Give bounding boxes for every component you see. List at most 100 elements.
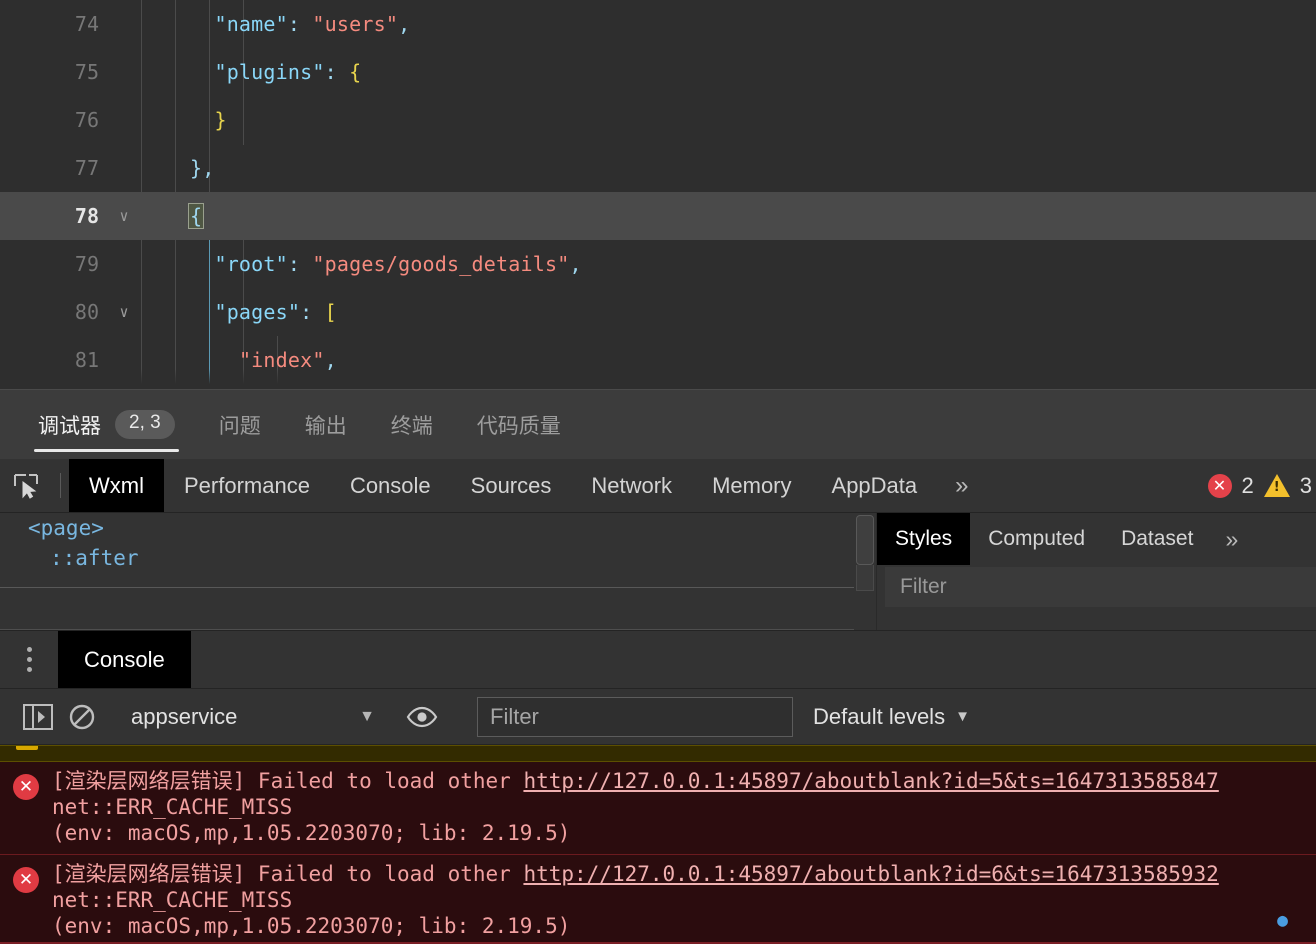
tab-label: Console [349,472,431,498]
console-levels-select[interactable]: Default levels ▼ [813,704,970,730]
code-text: "name": "users", [141,0,1316,48]
console-error-url[interactable]: http://127.0.0.1:45897/aboutblank?id=5&t… [523,769,1218,793]
code-line[interactable]: 75 "plugins": { [0,48,1316,96]
code-text: "plugins": { [141,48,1316,96]
code-token: : [324,60,350,84]
ide-tab-code-quality[interactable]: 代码质量 [477,390,583,460]
ide-tab-label: 输出 [304,414,347,438]
tab-wxml[interactable]: Wxml [69,459,164,513]
scrollbar-thumb[interactable] [856,515,874,566]
tab-console[interactable]: Console [330,459,451,512]
tab-network[interactable]: Network [571,459,692,512]
code-token: , [569,252,582,276]
styles-filter-input[interactable]: Filter [885,567,1316,608]
more-tabs-button[interactable]: » [937,459,986,512]
code-line[interactable]: 78 ∨ { [0,192,1316,240]
console-error-prefix: [渲染层网络层错误] Failed to load other [52,862,524,887]
console-context-select[interactable]: appservice ▼ [131,704,383,730]
clear-console-icon[interactable] [60,703,104,731]
code-token: "pages" [214,300,301,324]
chevron-down-icon[interactable]: ∨ [107,288,141,336]
code-text: { [141,192,1316,240]
console-error-line3: (env: macOS,mp,1.05.2203070; lib: 2.19.5… [52,821,571,846]
code-line[interactable]: 77 }, [0,144,1316,192]
tab-computed[interactable]: Computed [970,513,1103,565]
console-message-list[interactable]: ✕ [渲染层网络层错误] Failed to load other http:/… [0,745,1316,944]
tab-dataset[interactable]: Dataset [1103,513,1211,565]
code-token: } [214,108,227,132]
line-number: 81 [74,348,99,372]
console-prompt-caret: ● [1277,910,1288,932]
console-filter-input[interactable]: Filter [477,696,793,737]
ide-tab-output[interactable]: 输出 [305,390,369,460]
console-error-line2: net::ERR_CACHE_MISS [52,888,293,913]
console-sidebar-icon[interactable] [16,703,60,730]
inspect-element-icon[interactable] [0,459,52,512]
code-line[interactable]: 80 ∨ "pages": [ [0,288,1316,336]
line-number: 74 [74,12,99,36]
ide-panel-tabbar: 调试器 2, 3 问题 输出 终端 代码质量 [0,389,1316,460]
tab-label: Sources [470,472,552,498]
console-error-row[interactable]: ✕ [渲染层网络层错误] Failed to load other http:/… [0,762,1316,856]
chevron-down-icon: ▼ [359,707,375,725]
code-token: }, [189,156,215,180]
tab-label: AppData [831,472,918,498]
line-number: 80 [74,300,99,324]
tab-styles[interactable]: Styles [877,513,971,566]
ide-tab-debugger[interactable]: 调试器 2, 3 [34,390,197,460]
styles-panel: Styles Computed Dataset » Filter [876,513,1316,631]
code-token: "name" [214,12,288,36]
code-editor[interactable]: 74 "name": "users", 75 "plugins": {76 } 77… [0,0,1316,390]
issue-counters[interactable]: ✕ 2 3 [1198,459,1316,512]
ide-tab-problems[interactable]: 问题 [219,390,283,460]
console-error-prefix: [渲染层网络层错误] Failed to load other [52,769,524,794]
tab-label: Computed [988,527,1086,551]
drawer-tabbar: Console [0,631,1316,690]
drawer-tab-console[interactable]: Console [58,631,191,689]
error-circle-icon: ✕ [1207,473,1232,498]
tree-node-page[interactable]: <page> [0,513,854,543]
scrollbar-track[interactable] [856,565,874,592]
code-line[interactable]: 81 "index", [0,336,1316,384]
line-number: 79 [74,252,99,276]
console-error-body: [渲染层网络层错误] Failed to load other http://1… [52,768,1316,846]
code-token: "pages/goods_details" [312,252,570,276]
tab-appdata[interactable]: AppData [812,459,938,512]
chevron-down-icon[interactable]: ∨ [107,192,141,240]
styles-more-tabs-button[interactable]: » [1211,513,1252,565]
code-line[interactable]: 74 "name": "users", [0,0,1316,48]
console-warning-text [0,746,1316,748]
code-line[interactable]: 76 } [0,96,1316,144]
code-text: "root": "pages/goods_details", [141,240,1316,288]
console-error-row[interactable]: ✕ [渲染层网络层错误] Failed to load other http:/… [0,855,1316,944]
tree-node-after[interactable]: ::after [0,543,854,573]
line-number: 76 [74,108,99,132]
code-text: "pages": [ [141,288,1316,336]
tab-sources[interactable]: Sources [451,459,572,512]
code-token: "root" [214,252,288,276]
console-warning-row-partial[interactable] [0,745,1316,763]
devtools-toolbar: Wxml Performance Console Sources Network… [0,459,1316,514]
console-error-url[interactable]: http://127.0.0.1:45897/aboutblank?id=6&t… [523,862,1218,886]
error-circle-icon: ✕ [13,867,39,894]
kebab-menu-icon[interactable] [0,631,58,688]
live-expression-icon[interactable] [400,706,444,728]
element-tree[interactable]: <page> ::after [0,513,854,631]
code-text: "index", [141,336,1316,384]
line-number: 77 [74,156,99,180]
editor-lines: 74 "name": "users", 75 "plugins": {76 } 77… [0,0,1316,384]
code-token: { [349,60,362,84]
code-token: : [287,12,313,36]
code-token: "index" [238,348,325,372]
tab-performance[interactable]: Performance [164,459,330,512]
elements-styles-split: <page> ::after Styles Computed Dataset »… [0,513,1316,632]
element-tree-scrollbar[interactable] [854,513,876,631]
code-line[interactable]: 79 "root": "pages/goods_details", [0,240,1316,288]
tab-memory[interactable]: Memory [692,459,811,512]
code-text: } [141,96,1316,144]
ide-tab-terminal[interactable]: 终端 [391,390,455,460]
